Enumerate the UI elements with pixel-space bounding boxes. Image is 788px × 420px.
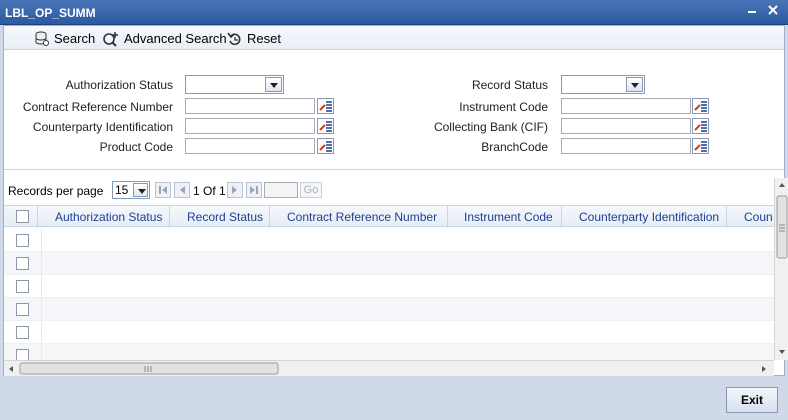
column-header[interactable]: Coun [744, 210, 773, 224]
table-row[interactable] [4, 275, 774, 298]
grid-header: Authorization Status Record Status Contr… [4, 205, 774, 228]
database-search-icon [35, 31, 49, 46]
column-header[interactable]: Instrument Code [464, 210, 553, 224]
reset-button[interactable]: Reset [227, 30, 281, 47]
row-checkbox[interactable] [16, 234, 29, 247]
lov-list-icon[interactable] [692, 118, 709, 134]
authorization-status-label: Authorization Status [65, 78, 173, 92]
reset-icon [227, 32, 241, 45]
scroll-right-icon[interactable] [762, 366, 766, 372]
previous-page-icon[interactable] [174, 182, 190, 198]
close-icon[interactable] [765, 3, 781, 19]
search-label: Search [54, 31, 96, 46]
pagination-bar: Records per page 15 1 Of 1 Go [4, 178, 774, 202]
record-status-select[interactable] [561, 75, 645, 94]
contract-reference-number-label: Contract Reference Number [22, 100, 173, 114]
last-page-icon[interactable] [246, 182, 262, 198]
table-row[interactable] [4, 298, 774, 321]
counterparty-identification-label: Counterparty Identification [32, 120, 173, 134]
results-grid: Authorization Status Record Status Contr… [4, 202, 774, 360]
search-button[interactable]: Search [34, 30, 95, 47]
column-header[interactable]: Authorization Status [55, 210, 162, 224]
collecting-bank-label: Collecting Bank (CIF) [433, 120, 548, 134]
search-form: Authorization Status Contract Reference … [4, 50, 784, 170]
advanced-search-button[interactable]: Advanced Search [102, 30, 227, 47]
contract-reference-number-input[interactable] [185, 98, 315, 114]
page-info: 1 Of 1 [193, 184, 226, 198]
summary-panel: Search Advanced Search Reset Authorizati… [3, 25, 788, 376]
table-row[interactable] [4, 229, 774, 252]
authorization-status-select[interactable] [185, 75, 284, 94]
column-header[interactable]: Contract Reference Number [287, 210, 437, 224]
window-title: LBL_OP_SUMM [5, 6, 96, 20]
row-checkbox[interactable] [16, 257, 29, 270]
scroll-left-icon[interactable] [9, 366, 13, 372]
instrument-code-label: Instrument Code [459, 100, 548, 114]
chevron-down-icon[interactable] [133, 183, 148, 197]
table-row[interactable] [4, 321, 774, 344]
product-code-label: Product Code [99, 140, 173, 154]
column-header[interactable]: Counterparty Identification [579, 210, 719, 224]
footer-bar: Exit [0, 377, 788, 420]
select-all-checkbox[interactable] [16, 210, 29, 223]
vertical-scrollbar[interactable] [774, 178, 788, 360]
page-number-input[interactable] [264, 182, 298, 198]
records-per-page-value: 15 [115, 183, 129, 197]
go-button[interactable]: Go [300, 182, 322, 198]
scroll-down-icon[interactable] [779, 350, 785, 354]
reset-label: Reset [247, 31, 281, 46]
chevron-down-icon[interactable] [265, 77, 282, 92]
toolbar: Search Advanced Search Reset [4, 26, 784, 50]
row-checkbox[interactable] [16, 349, 29, 360]
lov-list-icon[interactable] [317, 118, 334, 134]
collecting-bank-input[interactable] [561, 118, 691, 134]
branch-code-input[interactable] [561, 138, 691, 154]
scroll-thumb[interactable] [776, 195, 788, 259]
records-per-page-select[interactable]: 15 [112, 181, 150, 199]
record-status-label: Record Status [471, 78, 548, 92]
row-checkbox[interactable] [16, 280, 29, 293]
table-row[interactable] [4, 252, 774, 275]
records-per-page-label: Records per page [8, 184, 104, 198]
counterparty-identification-input[interactable] [185, 118, 315, 134]
branch-code-label: BranchCode [481, 140, 548, 154]
lov-list-icon[interactable] [317, 98, 334, 114]
next-page-icon[interactable] [227, 182, 243, 198]
lov-list-icon[interactable] [692, 98, 709, 114]
advanced-search-icon [103, 31, 118, 47]
lov-list-icon[interactable] [692, 138, 709, 154]
column-header[interactable]: Record Status [187, 210, 263, 224]
first-page-icon[interactable] [155, 182, 171, 198]
scroll-up-icon[interactable] [779, 183, 785, 187]
exit-button[interactable]: Exit [726, 387, 778, 413]
chevron-down-icon[interactable] [626, 77, 643, 92]
window-titlebar: LBL_OP_SUMM [0, 0, 788, 25]
row-checkbox[interactable] [16, 303, 29, 316]
advanced-search-label: Advanced Search [124, 31, 227, 46]
table-row[interactable] [4, 344, 774, 360]
row-checkbox[interactable] [16, 326, 29, 339]
lov-list-icon[interactable] [317, 138, 334, 154]
scroll-thumb[interactable] [19, 362, 279, 375]
horizontal-scrollbar[interactable] [4, 360, 774, 376]
instrument-code-input[interactable] [561, 98, 691, 114]
product-code-input[interactable] [185, 138, 315, 154]
minimize-icon[interactable] [744, 3, 760, 19]
window-body: Search Advanced Search Reset Authorizati… [0, 25, 788, 420]
